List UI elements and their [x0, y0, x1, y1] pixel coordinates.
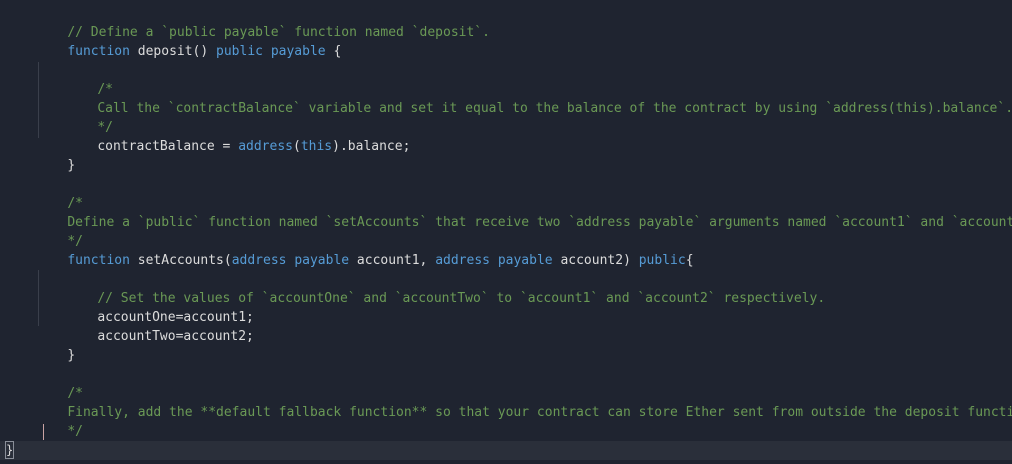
- current-line-highlight: [0, 441, 1012, 460]
- code-line[interactable]: /*: [0, 175, 1012, 211]
- keyword-public: public: [638, 253, 686, 268]
- code-line[interactable]: }: [0, 327, 1012, 363]
- code-line[interactable]: // Set the values of `accountOne` and `a…: [0, 270, 1012, 306]
- closing-brace: }: [67, 348, 76, 363]
- keyword-function: function: [67, 44, 130, 59]
- code-text: deposit(): [129, 44, 217, 59]
- code-line[interactable]: function setAccounts(address payable acc…: [0, 232, 1012, 268]
- keyword-function: function: [67, 253, 130, 268]
- code-line[interactable]: */: [0, 403, 1012, 439]
- code-line[interactable]: /*: [0, 365, 1012, 401]
- keyword-payable: payable: [294, 253, 350, 268]
- closing-brace: }: [67, 158, 76, 173]
- code-line[interactable]: function deposit() public payable {: [0, 23, 1012, 59]
- code-text: {: [325, 44, 342, 59]
- code-line[interactable]: }: [0, 137, 1012, 173]
- keyword-payable: payable: [497, 253, 553, 268]
- keyword-address: address: [435, 253, 490, 268]
- code-text: {: [685, 253, 694, 268]
- code-line[interactable]: contractBalance = address(this).balance;: [0, 118, 1012, 154]
- code-line[interactable]: Finally, add the **default fallback func…: [0, 384, 1012, 420]
- code-line[interactable]: accountOne=account1;: [0, 289, 1012, 325]
- code-line[interactable]: Define a `public` function named `setAcc…: [0, 194, 1012, 230]
- code-line[interactable]: /*: [0, 61, 1012, 97]
- code-line[interactable]: */: [0, 99, 1012, 135]
- keyword-payable: payable: [270, 44, 326, 59]
- matched-brace: }: [5, 441, 14, 459]
- keyword-address: address: [231, 253, 287, 268]
- code-line[interactable]: Call the `contractBalance` variable and …: [0, 80, 1012, 116]
- keyword-public: public: [216, 44, 263, 59]
- code-line[interactable]: accountTwo=account2;: [0, 308, 1012, 344]
- code-editor[interactable]: // Define a `public payable` function na…: [0, 0, 1012, 464]
- code-line[interactable]: // Define a `public payable` function na…: [0, 4, 1012, 40]
- code-text: account2): [552, 253, 639, 268]
- code-text: setAccounts(: [129, 253, 232, 268]
- code-line[interactable]: function() external payable {}: [0, 422, 1012, 458]
- code-text: account1,: [349, 253, 436, 268]
- code-line[interactable]: */: [0, 213, 1012, 249]
